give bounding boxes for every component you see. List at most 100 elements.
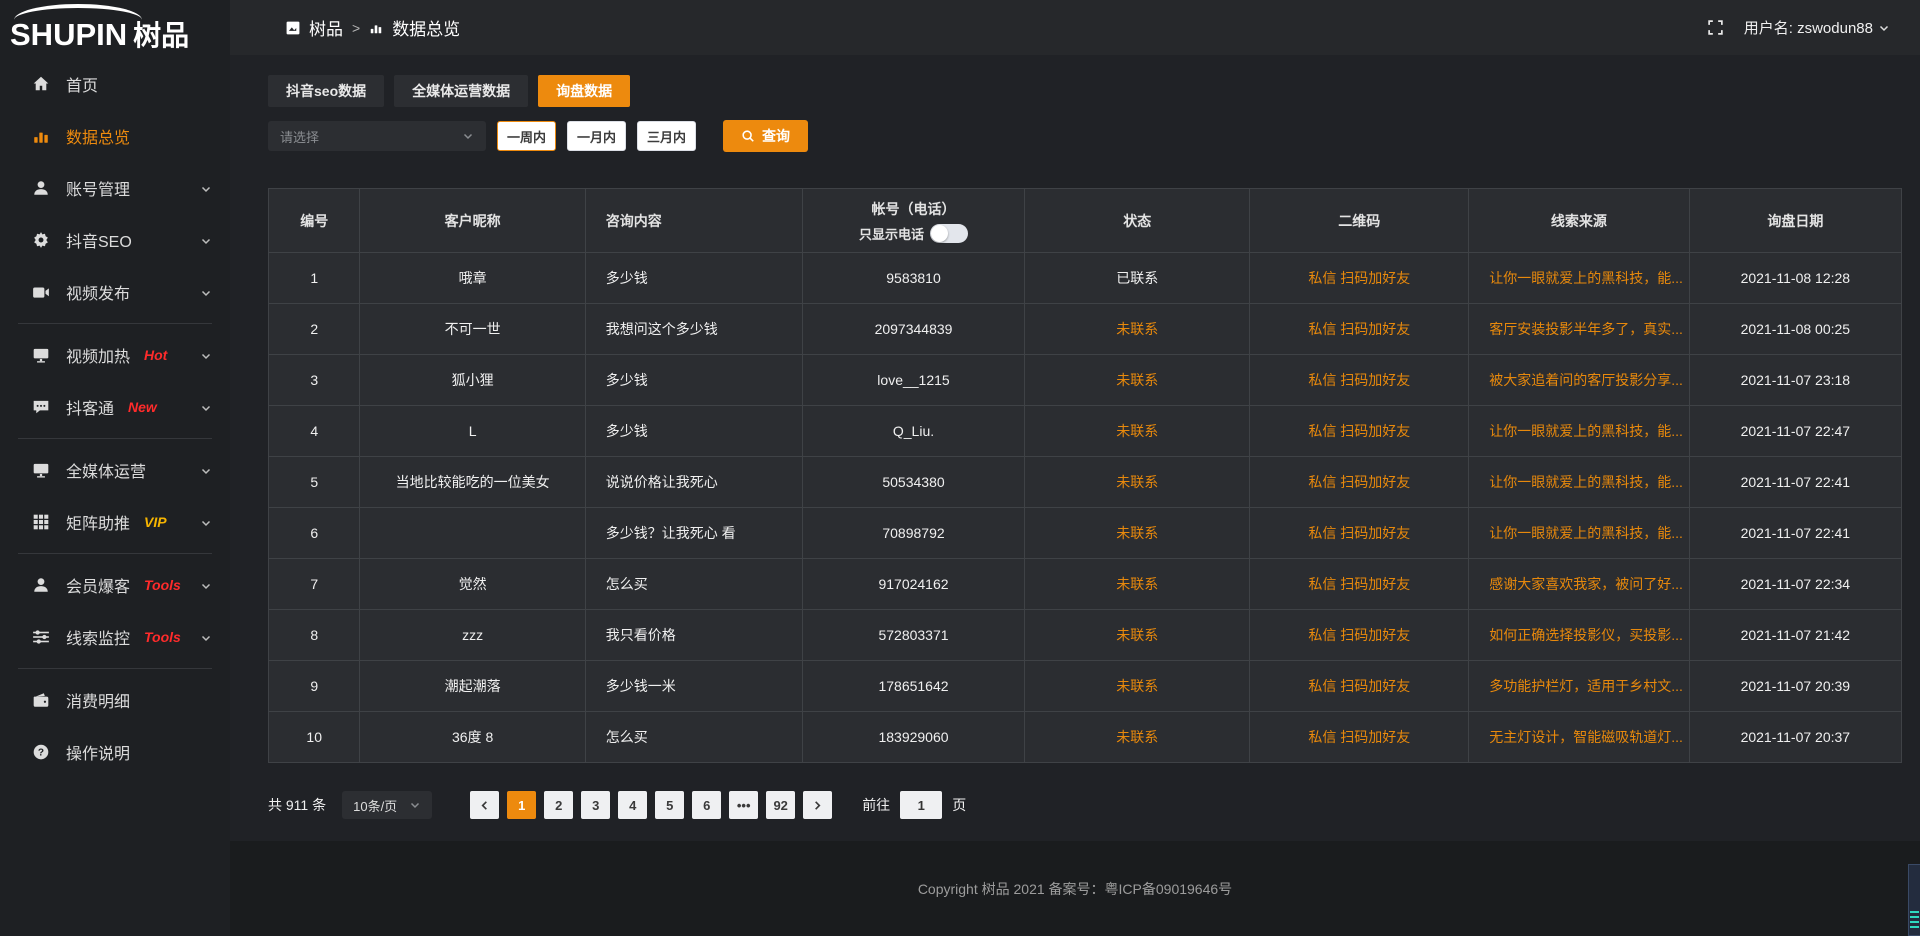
sidebar-item-operation-guide[interactable]: ?操作说明 [0, 726, 230, 778]
data-tabs: 抖音seo数据全媒体运营数据询盘数据 [268, 75, 1902, 107]
sidebar-item-video-heat[interactable]: 视频加热Hot [0, 329, 230, 381]
phone-only-label: 只显示电话 [859, 224, 924, 243]
cell-no: 9 [269, 661, 360, 712]
chevron-down-icon [409, 799, 421, 811]
cell-content: 怎么买 [585, 559, 802, 610]
period-button-0[interactable]: 一周内 [497, 121, 556, 151]
sidebar-item-video-publish[interactable]: 视频发布 [0, 266, 230, 318]
qrcode-link[interactable]: 私信 扫码加好友 [1250, 355, 1469, 406]
page-button-2[interactable]: 2 [544, 791, 573, 819]
status-badge: 未联系 [1025, 661, 1250, 712]
video-icon [32, 283, 50, 301]
source-link[interactable]: 让你一眼就爱上的黑科技，能... [1469, 406, 1689, 457]
tab-0[interactable]: 抖音seo数据 [268, 75, 384, 107]
next-page-button[interactable] [803, 791, 832, 819]
sidebar-item-expense-detail[interactable]: 消费明细 [0, 674, 230, 726]
filter-select[interactable]: 请选择 [268, 121, 486, 151]
table-row: 7觉然怎么买917024162未联系私信 扫码加好友感谢大家喜欢我家，被问了好.… [269, 559, 1902, 610]
page-button-1[interactable]: 1 [507, 791, 536, 819]
qrcode-link[interactable]: 私信 扫码加好友 [1250, 610, 1469, 661]
inquiry-table: 编号 客户昵称 咨询内容 帐号（电话） 只显示电话 状态 二维码 线索来源 [268, 188, 1902, 763]
sidebar-item-label: 数据总览 [66, 124, 130, 148]
cell-account: Q_Liu. [802, 406, 1024, 457]
page-button-6[interactable]: 6 [692, 791, 721, 819]
source-link[interactable]: 感谢大家喜欢我家，被问了好... [1469, 559, 1689, 610]
logo-arc [14, 4, 142, 20]
period-button-1[interactable]: 一月内 [567, 121, 626, 151]
source-link[interactable]: 如何正确选择投影仪，买投影... [1469, 610, 1689, 661]
sidebar-item-badge: Tools [144, 577, 181, 593]
cell-nickname [360, 508, 585, 559]
sidebar-divider [18, 668, 212, 669]
cell-content: 怎么买 [585, 712, 802, 763]
source-link[interactable]: 让你一眼就爱上的黑科技，能... [1469, 457, 1689, 508]
sidebar-item-media-operation[interactable]: 全媒体运营 [0, 444, 230, 496]
qrcode-link[interactable]: 私信 扫码加好友 [1250, 661, 1469, 712]
source-link[interactable]: 让你一眼就爱上的黑科技，能... [1469, 508, 1689, 559]
goto-page-input[interactable]: 1 [900, 791, 942, 819]
qrcode-link[interactable]: 私信 扫码加好友 [1250, 457, 1469, 508]
qrcode-link[interactable]: 私信 扫码加好友 [1250, 712, 1469, 763]
sidebar-item-matrix-boost[interactable]: 矩阵助推VIP [0, 496, 230, 548]
sidebar-item-label: 账号管理 [66, 176, 130, 200]
gear-icon [32, 231, 50, 249]
col-status: 状态 [1025, 189, 1250, 253]
page-ellipsis-button[interactable]: ••• [729, 791, 758, 819]
content-area: 抖音seo数据全媒体运营数据询盘数据 请选择 一周内一月内三月内 查询 [230, 55, 1920, 841]
page-button-5[interactable]: 5 [655, 791, 684, 819]
pagination-total: 共 911 条 [268, 795, 326, 815]
cell-account: 9583810 [802, 253, 1024, 304]
fullscreen-icon[interactable] [1707, 19, 1724, 36]
cell-no: 8 [269, 610, 360, 661]
sidebar-item-member-baoke[interactable]: 会员爆客Tools [0, 559, 230, 611]
app-root: SHUPIN 树品 首页数据总览账号管理抖音SEO视频发布视频加热Hot抖客通N… [0, 0, 1920, 936]
qrcode-link[interactable]: 私信 扫码加好友 [1250, 508, 1469, 559]
breadcrumb-separator: > [352, 20, 360, 36]
cell-date: 2021-11-07 23:18 [1689, 355, 1901, 406]
cell-nickname: 36度 8 [360, 712, 585, 763]
sidebar-item-home[interactable]: 首页 [0, 58, 230, 110]
chevron-down-icon [462, 130, 474, 142]
source-link[interactable]: 让你一眼就爱上的黑科技，能... [1469, 253, 1689, 304]
phone-only-toggle[interactable] [930, 224, 968, 243]
table-row: 9潮起潮落多少钱一米178651642未联系私信 扫码加好友多功能护栏灯，适用于… [269, 661, 1902, 712]
sidebar-item-account-manage[interactable]: 账号管理 [0, 162, 230, 214]
sidebar-item-data-overview[interactable]: 数据总览 [0, 110, 230, 162]
page-size-select[interactable]: 10条/页 [342, 791, 432, 819]
qrcode-link[interactable]: 私信 扫码加好友 [1250, 304, 1469, 355]
source-link[interactable]: 多功能护栏灯，适用于乡村文... [1469, 661, 1689, 712]
tab-1[interactable]: 全媒体运营数据 [394, 75, 528, 107]
cell-date: 2021-11-07 22:41 [1689, 508, 1901, 559]
qrcode-link[interactable]: 私信 扫码加好友 [1250, 559, 1469, 610]
chevron-down-icon [1878, 22, 1890, 34]
sidebar-item-clue-monitor[interactable]: 线索监控Tools [0, 611, 230, 663]
source-link[interactable]: 客厅安装投影半年多了，真实... [1469, 304, 1689, 355]
cell-account: 2097344839 [802, 304, 1024, 355]
period-button-2[interactable]: 三月内 [637, 121, 696, 151]
sidebar-divider [18, 323, 212, 324]
sidebar-item-label: 消费明细 [66, 688, 130, 712]
tab-2[interactable]: 询盘数据 [538, 75, 630, 107]
member-icon [32, 576, 50, 594]
qrcode-link[interactable]: 私信 扫码加好友 [1250, 253, 1469, 304]
sidebar-item-douketong[interactable]: 抖客通New [0, 381, 230, 433]
sidebar-item-label: 操作说明 [66, 740, 130, 764]
source-link[interactable]: 被大家追着问的客厅投影分享... [1469, 355, 1689, 406]
qrcode-link[interactable]: 私信 扫码加好友 [1250, 406, 1469, 457]
page-button-3[interactable]: 3 [581, 791, 610, 819]
table-header-row: 编号 客户昵称 咨询内容 帐号（电话） 只显示电话 状态 二维码 线索来源 [269, 189, 1902, 253]
prev-page-button[interactable] [470, 791, 499, 819]
query-button[interactable]: 查询 [723, 120, 808, 152]
page-button-92[interactable]: 92 [766, 791, 795, 819]
cell-nickname: 哦章 [360, 253, 585, 304]
cell-content: 多少钱 [585, 253, 802, 304]
source-link[interactable]: 无主灯设计，智能磁吸轨道灯... [1469, 712, 1689, 763]
breadcrumb-item-home[interactable]: 树品 [309, 15, 343, 40]
sidebar-item-douyin-seo[interactable]: 抖音SEO [0, 214, 230, 266]
chevron-down-icon [200, 464, 212, 476]
page-button-4[interactable]: 4 [618, 791, 647, 819]
filter-bar: 请选择 一周内一月内三月内 查询 [268, 120, 1902, 152]
username-dropdown[interactable]: 用户名: zswodun88 [1744, 17, 1890, 38]
grid-icon [32, 513, 50, 531]
cell-no: 3 [269, 355, 360, 406]
